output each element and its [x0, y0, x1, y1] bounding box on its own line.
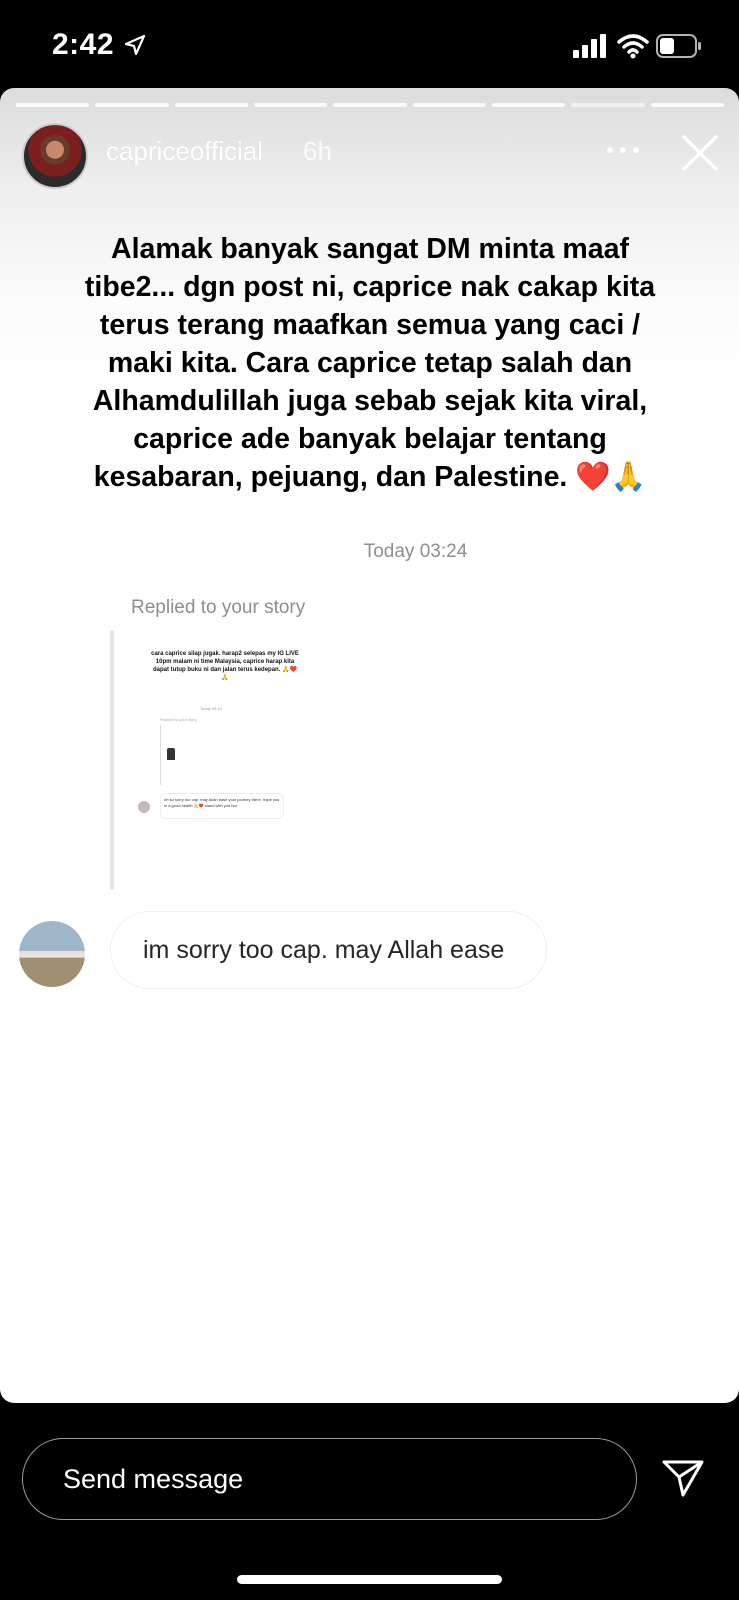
status-time: 2:42 — [52, 28, 115, 61]
story-viewer[interactable]: capriceofficial 6h Alamak banyak sangat … — [0, 88, 739, 1403]
status-bar: 2:42 — [0, 0, 739, 90]
send-message-placeholder: Send message — [63, 1463, 244, 1494]
cellular-signal-icon — [573, 34, 606, 58]
story-time-ago: 6h — [303, 136, 332, 166]
progress-segment — [412, 103, 486, 107]
progress-segment — [253, 103, 328, 107]
sender-avatar[interactable] — [19, 921, 85, 987]
progress-segment — [650, 103, 724, 107]
preview-figure — [167, 748, 175, 760]
preview-caption: cara caprice silap jugak. harap2 selepas… — [151, 651, 299, 681]
progress-segment — [174, 103, 248, 107]
preview-timestamp: Today 00:10 — [200, 706, 222, 711]
story-reply-preview[interactable]: cara caprice silap jugak. harap2 selepas… — [130, 638, 315, 863]
dm-timestamp: Today 03:24 — [363, 541, 468, 562]
message-bubble: im sorry too cap. may Allah ease — [110, 911, 547, 989]
send-message-input[interactable]: Send message — [22, 1438, 637, 1520]
location-arrow-icon — [124, 34, 146, 56]
progress-segment — [333, 103, 407, 107]
home-indicator[interactable] — [237, 1575, 502, 1584]
progress-segment-current — [571, 103, 645, 107]
reply-quote-line — [110, 630, 114, 890]
direct-send-icon[interactable] — [661, 1458, 705, 1498]
story-author-avatar[interactable] — [22, 123, 88, 189]
wifi-icon — [617, 34, 649, 59]
battery-icon — [656, 34, 701, 58]
replied-to-story-label: Replied to your story — [131, 597, 306, 618]
story-progress-bar — [16, 103, 724, 107]
progress-segment — [16, 103, 90, 107]
progress-segment — [95, 103, 169, 107]
preview-avatar — [138, 801, 150, 813]
message-text: im sorry too cap. may Allah ease — [143, 935, 505, 964]
progress-segment — [491, 103, 566, 107]
preview-message-bubble: Im so sorry too cap. may Allah ease your… — [160, 793, 284, 819]
preview-replied-label: Replied to your story — [160, 717, 197, 722]
story-author-username[interactable]: capriceofficial — [106, 136, 263, 167]
close-icon[interactable] — [680, 133, 720, 173]
more-options-icon[interactable] — [605, 145, 641, 155]
story-caption: Alamak banyak sangat DM minta maaf tibe2… — [84, 233, 656, 493]
